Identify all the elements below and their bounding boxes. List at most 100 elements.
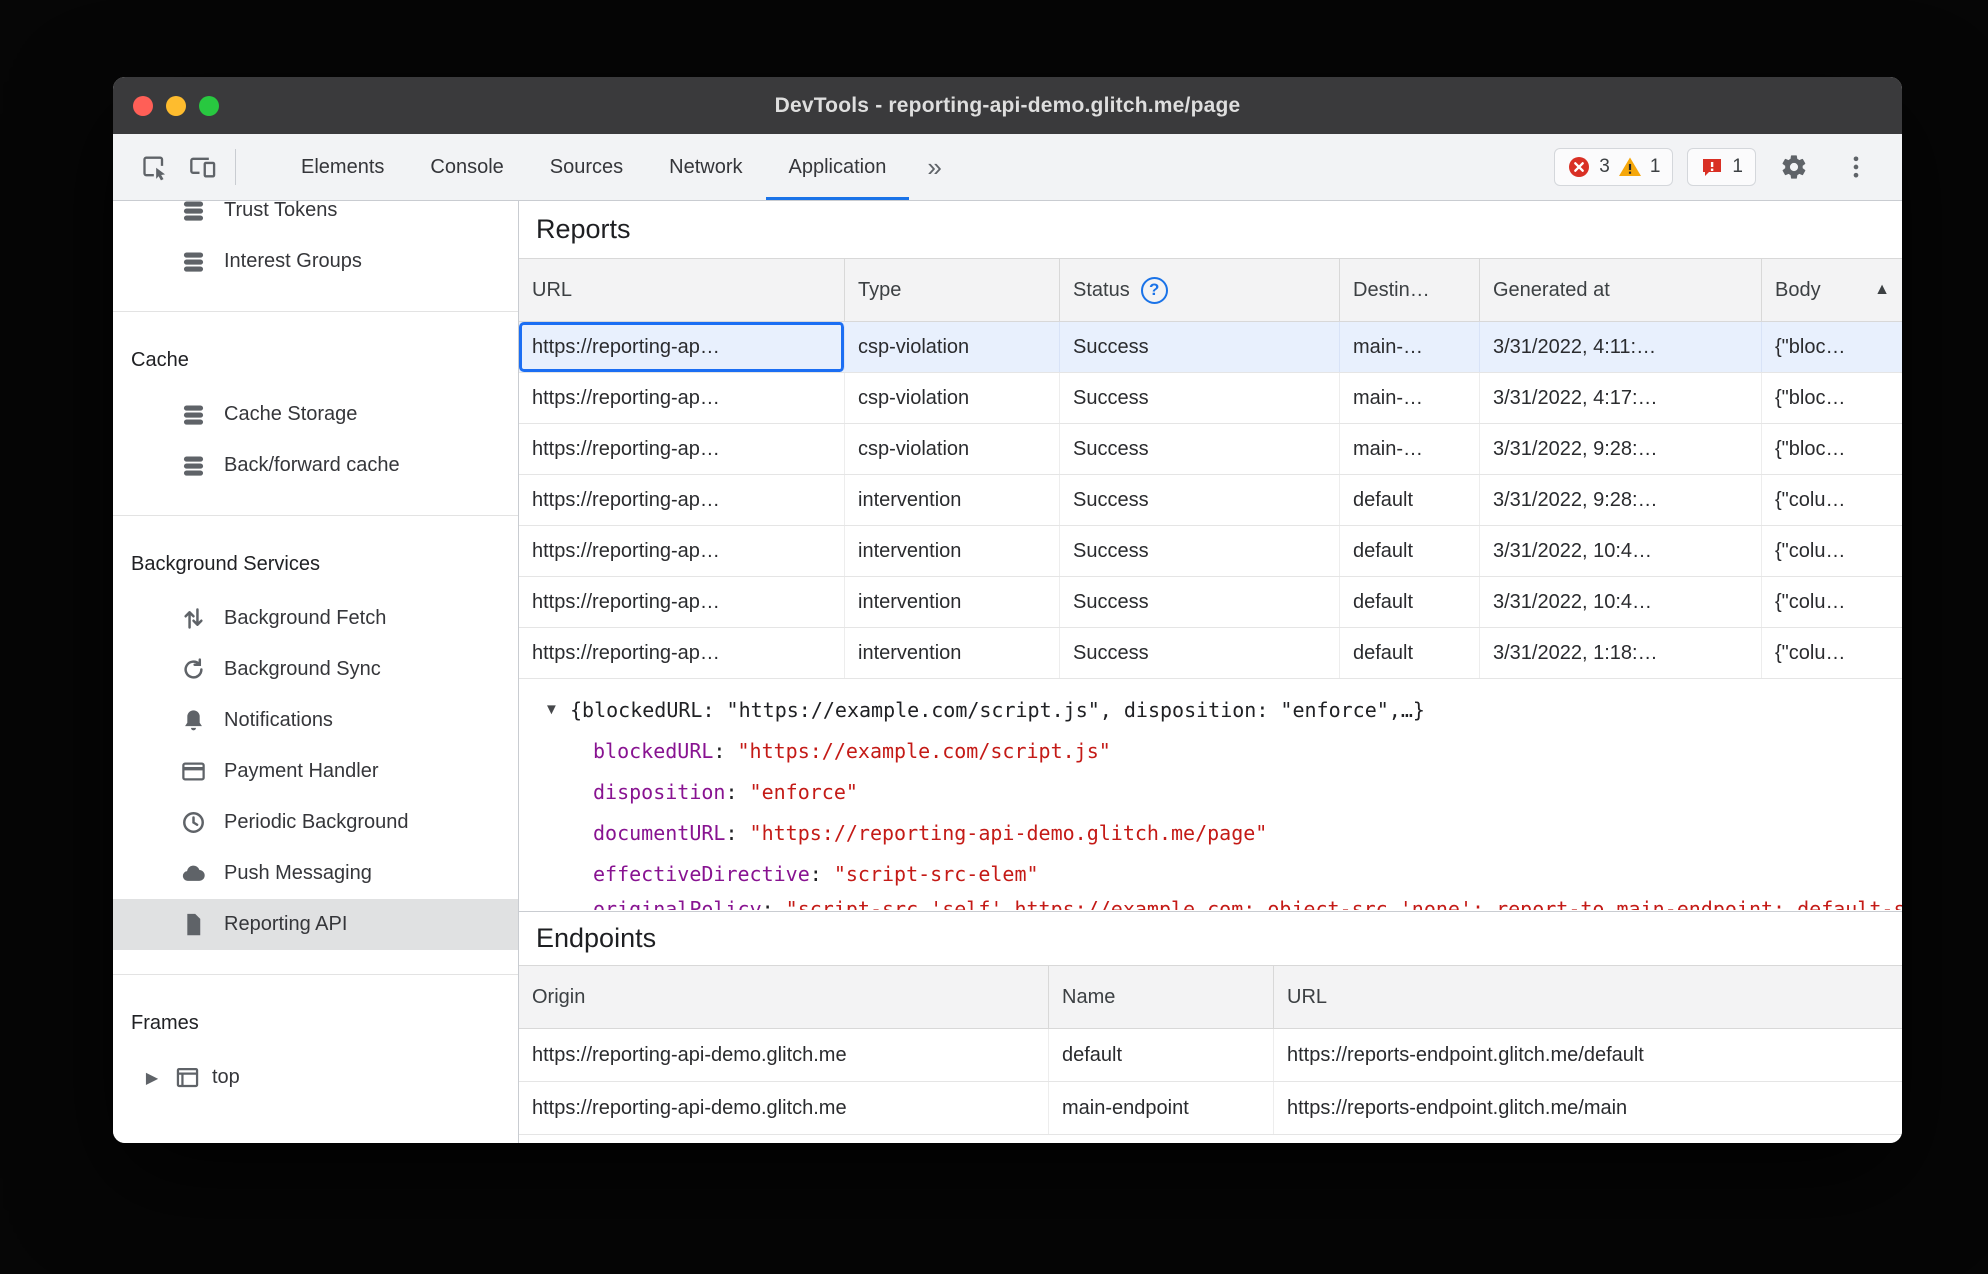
column-header-generated-at[interactable]: Generated at xyxy=(1480,259,1762,321)
report-url-cell[interactable]: https://reporting-ap… xyxy=(519,577,845,627)
sidebar-item-payment-handler[interactable]: Payment Handler xyxy=(113,746,518,797)
endpoint-origin-cell[interactable]: https://reporting-api-demo.glitch.me xyxy=(519,1029,1049,1081)
json-property-line[interactable]: documentURL: "https://reporting-api-demo… xyxy=(519,812,1902,853)
tab-elements[interactable]: Elements xyxy=(278,134,407,200)
endpoint-row[interactable]: https://reporting-api-demo.glitch.me mai… xyxy=(519,1082,1902,1135)
report-body-cell[interactable]: {"bloc… xyxy=(1762,322,1902,372)
column-header-destination[interactable]: Destin… xyxy=(1340,259,1480,321)
sidebar-item-notifications[interactable]: Notifications xyxy=(113,695,518,746)
sidebar-item-push-messaging[interactable]: Push Messaging xyxy=(113,848,518,899)
report-destination-cell[interactable]: default xyxy=(1340,628,1480,678)
report-status-cell[interactable]: Success xyxy=(1060,424,1340,474)
report-url-cell[interactable]: https://reporting-ap… xyxy=(519,424,845,474)
report-generated-cell[interactable]: 3/31/2022, 9:28:… xyxy=(1480,424,1762,474)
report-url-cell[interactable]: https://reporting-ap… xyxy=(519,628,845,678)
sidebar-item-background-sync[interactable]: Background Sync xyxy=(113,644,518,695)
sidebar-item-interest-groups[interactable]: Interest Groups xyxy=(113,236,518,287)
report-generated-cell[interactable]: 3/31/2022, 4:11:… xyxy=(1480,322,1762,372)
report-body-cell[interactable]: {"colu… xyxy=(1762,628,1902,678)
inspect-element-button[interactable] xyxy=(131,143,179,191)
chevron-right-icon[interactable]: ▶ xyxy=(141,1068,163,1088)
json-property-line[interactable]: blockedURL: "https://example.com/script.… xyxy=(519,730,1902,771)
report-generated-cell[interactable]: 3/31/2022, 10:4… xyxy=(1480,577,1762,627)
column-header-name[interactable]: Name xyxy=(1049,966,1274,1028)
report-row[interactable]: https://reporting-ap… intervention Succe… xyxy=(519,526,1902,577)
report-type-cell[interactable]: intervention xyxy=(845,475,1060,525)
report-body-cell[interactable]: {"colu… xyxy=(1762,475,1902,525)
more-options-button[interactable] xyxy=(1832,143,1880,191)
tree-expanded-icon[interactable]: ▼ xyxy=(544,701,570,718)
report-generated-cell[interactable]: 3/31/2022, 1:18:… xyxy=(1480,628,1762,678)
report-type-cell[interactable]: csp-violation xyxy=(845,373,1060,423)
fullscreen-window-button[interactable] xyxy=(199,95,219,116)
sidebar-item-reporting-api[interactable]: Reporting API xyxy=(113,899,518,950)
tab-network[interactable]: Network xyxy=(646,134,765,200)
settings-button[interactable] xyxy=(1770,143,1818,191)
report-destination-cell[interactable]: main-… xyxy=(1340,373,1480,423)
report-generated-cell[interactable]: 3/31/2022, 4:17:… xyxy=(1480,373,1762,423)
json-property-line-clipped[interactable]: originalPolicy: "script-src 'self' https… xyxy=(519,894,1902,910)
sidebar-item-background-fetch[interactable]: Background Fetch xyxy=(113,593,518,644)
report-body-cell[interactable]: {"colu… xyxy=(1762,526,1902,576)
sidebar-item-trust-tokens[interactable]: Trust Tokens xyxy=(113,201,518,236)
console-errors-warnings-badge[interactable]: 3 1 xyxy=(1554,148,1674,186)
report-type-cell[interactable]: intervention xyxy=(845,577,1060,627)
report-status-cell[interactable]: Success xyxy=(1060,322,1340,372)
report-body-cell[interactable]: {"bloc… xyxy=(1762,373,1902,423)
report-type-cell[interactable]: intervention xyxy=(845,526,1060,576)
report-type-cell[interactable]: csp-violation xyxy=(845,424,1060,474)
issues-badge[interactable]: 1 xyxy=(1687,148,1756,186)
report-row[interactable]: https://reporting-ap… intervention Succe… xyxy=(519,577,1902,628)
column-header-type[interactable]: Type xyxy=(845,259,1060,321)
column-header-status[interactable]: Status ? xyxy=(1060,259,1340,321)
endpoint-name-cell[interactable]: default xyxy=(1049,1029,1274,1081)
sidebar-item-periodic-background-sync[interactable]: Periodic Background xyxy=(113,797,518,848)
report-status-cell[interactable]: Success xyxy=(1060,475,1340,525)
device-toolbar-button[interactable] xyxy=(179,143,227,191)
report-url-cell[interactable]: https://reporting-ap… xyxy=(519,526,845,576)
column-header-url[interactable]: URL xyxy=(519,259,845,321)
report-row[interactable]: https://reporting-ap… intervention Succe… xyxy=(519,475,1902,526)
report-row[interactable]: https://reporting-ap… csp-violation Succ… xyxy=(519,373,1902,424)
column-header-origin[interactable]: Origin xyxy=(519,966,1049,1028)
report-status-cell[interactable]: Success xyxy=(1060,373,1340,423)
report-status-cell[interactable]: Success xyxy=(1060,526,1340,576)
report-body-cell[interactable]: {"bloc… xyxy=(1762,424,1902,474)
close-window-button[interactable] xyxy=(133,95,153,116)
json-property-line[interactable]: effectiveDirective: "script-src-elem" xyxy=(519,853,1902,894)
report-destination-cell[interactable]: default xyxy=(1340,526,1480,576)
endpoint-url-cell[interactable]: https://reports-endpoint.glitch.me/main xyxy=(1274,1082,1902,1134)
endpoint-row[interactable]: https://reporting-api-demo.glitch.me def… xyxy=(519,1029,1902,1082)
report-url-cell[interactable]: https://reporting-ap… xyxy=(519,322,845,372)
report-type-cell[interactable]: intervention xyxy=(845,628,1060,678)
column-header-endpoint-url[interactable]: URL xyxy=(1274,966,1902,1028)
column-header-body[interactable]: Body ▲ xyxy=(1762,259,1902,321)
report-row[interactable]: https://reporting-ap… csp-violation Succ… xyxy=(519,322,1902,373)
report-destination-cell[interactable]: default xyxy=(1340,577,1480,627)
tab-application[interactable]: Application xyxy=(765,134,910,200)
json-property-line[interactable]: disposition: "enforce" xyxy=(519,771,1902,812)
report-status-cell[interactable]: Success xyxy=(1060,577,1340,627)
report-url-cell[interactable]: https://reporting-ap… xyxy=(519,475,845,525)
endpoint-url-cell[interactable]: https://reports-endpoint.glitch.me/defau… xyxy=(1274,1029,1902,1081)
tab-console[interactable]: Console xyxy=(407,134,526,200)
report-destination-cell[interactable]: default xyxy=(1340,475,1480,525)
report-type-cell[interactable]: csp-violation xyxy=(845,322,1060,372)
report-generated-cell[interactable]: 3/31/2022, 9:28:… xyxy=(1480,475,1762,525)
json-summary-line[interactable]: ▼ {blockedURL: "https://example.com/scri… xyxy=(519,689,1902,730)
tab-sources[interactable]: Sources xyxy=(527,134,646,200)
minimize-window-button[interactable] xyxy=(166,95,186,116)
report-destination-cell[interactable]: main-… xyxy=(1340,322,1480,372)
sidebar-item-cache-storage[interactable]: Cache Storage xyxy=(113,389,518,440)
endpoint-name-cell[interactable]: main-endpoint xyxy=(1049,1082,1274,1134)
report-generated-cell[interactable]: 3/31/2022, 10:4… xyxy=(1480,526,1762,576)
report-body-cell[interactable]: {"colu… xyxy=(1762,577,1902,627)
report-destination-cell[interactable]: main-… xyxy=(1340,424,1480,474)
report-row[interactable]: https://reporting-ap… csp-violation Succ… xyxy=(519,424,1902,475)
report-row[interactable]: https://reporting-ap… intervention Succe… xyxy=(519,628,1902,679)
status-help-icon[interactable]: ? xyxy=(1140,276,1168,304)
report-status-cell[interactable]: Success xyxy=(1060,628,1340,678)
report-url-cell[interactable]: https://reporting-ap… xyxy=(519,373,845,423)
more-tabs-button[interactable]: » xyxy=(909,134,959,200)
sidebar-item-back-forward-cache[interactable]: Back/forward cache xyxy=(113,440,518,491)
